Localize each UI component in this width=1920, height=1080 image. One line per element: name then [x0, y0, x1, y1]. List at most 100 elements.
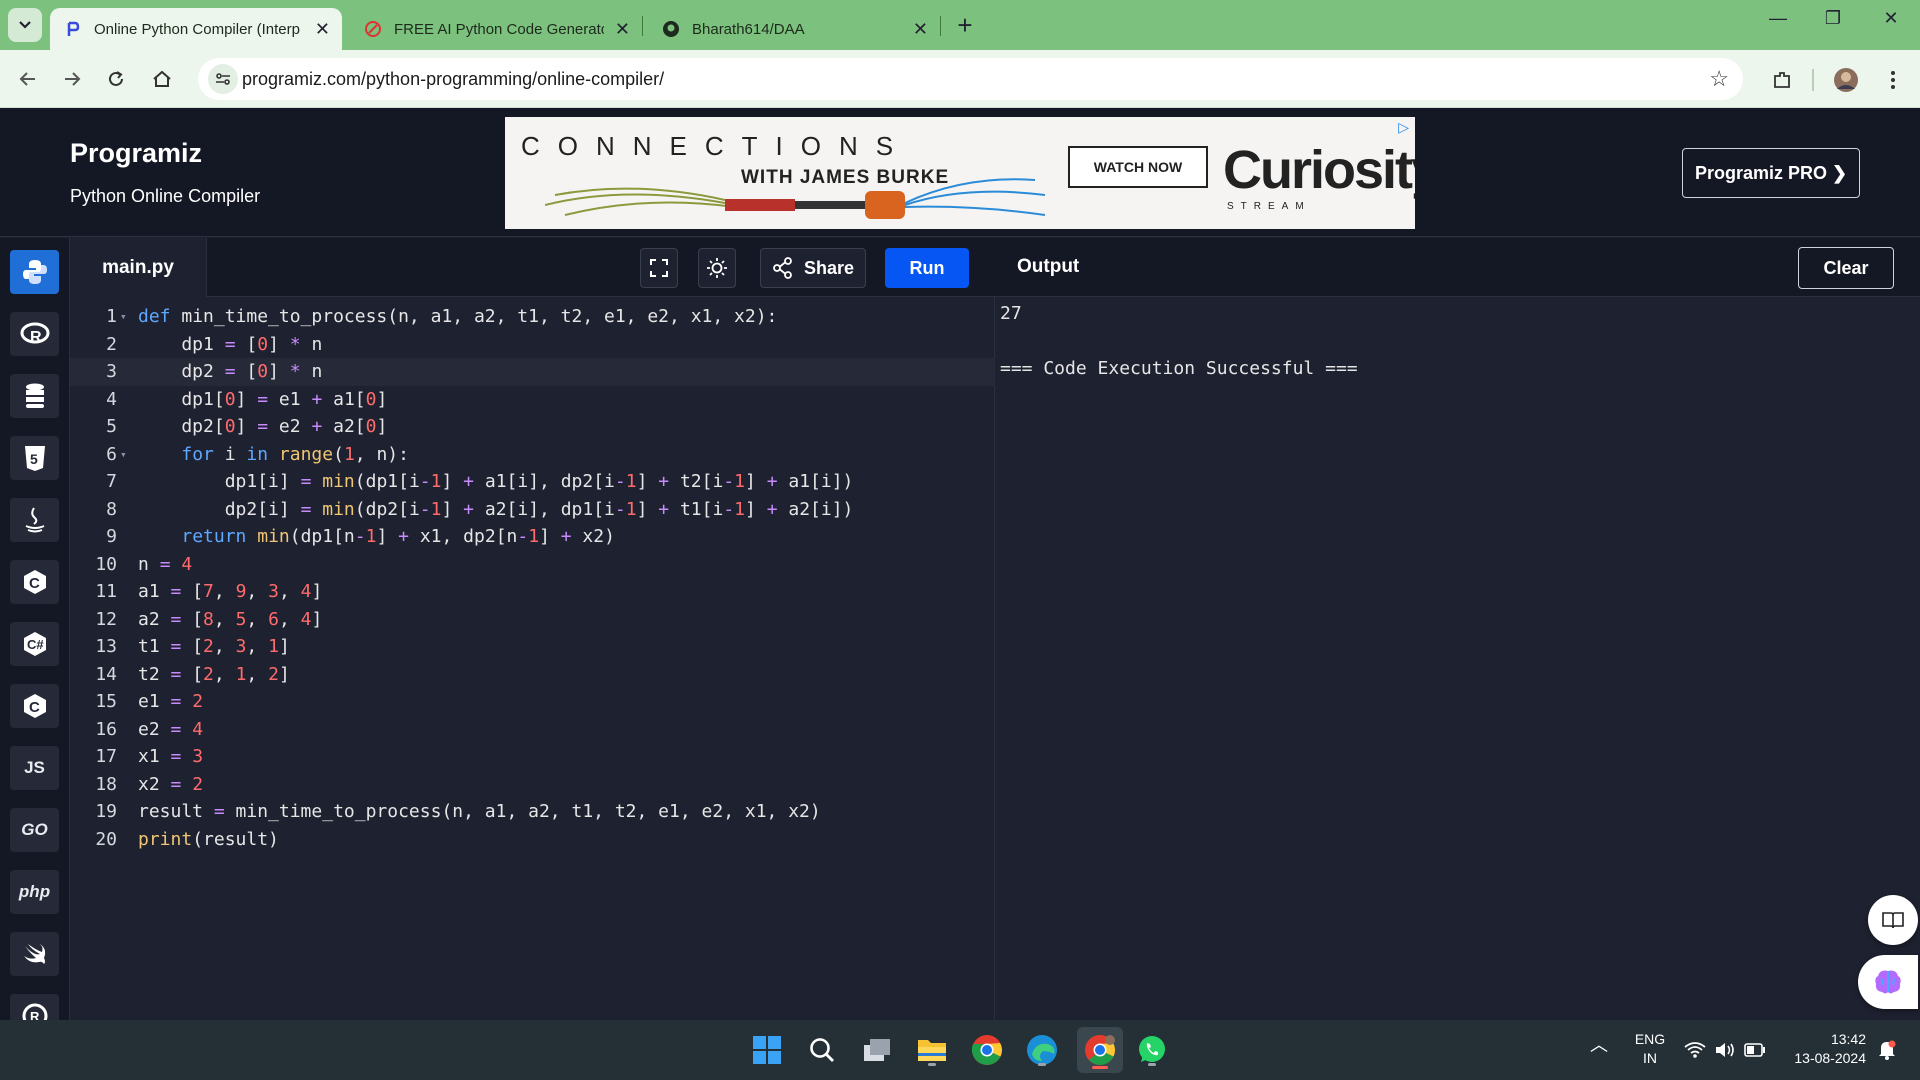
browser-tab-bar: Online Python Compiler (Interp ✕ FREE AI… [0, 0, 1920, 50]
html5-icon[interactable]: 5 [10, 436, 59, 480]
code-text: dp1[0] = e1 + a1[0] [138, 388, 388, 410]
forward-button[interactable] [56, 63, 88, 95]
code-line[interactable]: 15 e1 = 2 [70, 688, 995, 716]
home-icon [153, 70, 171, 87]
code-line[interactable]: 20 print(result) [70, 826, 995, 854]
browser-tab-0[interactable]: Online Python Compiler (Interp ✕ [50, 8, 342, 50]
line-number: 12 [95, 608, 117, 630]
r-language-icon[interactable]: R [10, 312, 59, 356]
programiz-pro-button[interactable]: Programiz PRO ❯ [1682, 148, 1860, 198]
programiz-logo[interactable]: Programiz [70, 138, 202, 169]
javascript-language-icon[interactable]: JS [10, 746, 59, 790]
c-language-icon[interactable]: C [10, 560, 59, 604]
browser-tab-1[interactable]: FREE AI Python Code Generator ✕ [350, 8, 642, 50]
close-tab-icon[interactable]: ✕ [913, 19, 928, 40]
close-tab-icon[interactable]: ✕ [615, 19, 630, 40]
extensions-button[interactable] [1766, 64, 1798, 96]
fold-toggle-icon[interactable]: ▾ [120, 303, 127, 331]
code-line[interactable]: 1 ▾ def min_time_to_process(n, a1, a2, t1,… [70, 303, 995, 331]
code-line[interactable]: 18 x2 = 2 [70, 771, 995, 799]
brain-icon [1875, 970, 1901, 994]
arrow-right-icon [65, 72, 81, 86]
chrome-icon[interactable] [967, 1030, 1007, 1070]
code-line[interactable]: 10 n = 4 [70, 551, 995, 579]
theme-toggle-button[interactable] [698, 248, 736, 288]
code-editor[interactable]: 1 ▾ def min_time_to_process(n, a1, a2, t1,… [70, 297, 995, 1020]
minimize-button[interactable]: — [1758, 8, 1798, 29]
browser-menu-button[interactable] [1877, 64, 1909, 96]
code-line[interactable]: 7 dp1[i] = min(dp1[i-1] + a1[i], dp2[i-1… [70, 468, 995, 496]
code-line[interactable]: 6 ▾ for i in range(1, n): [70, 441, 995, 469]
swift-language-icon[interactable] [10, 932, 59, 976]
reader-mode-button[interactable] [1868, 895, 1918, 945]
code-line[interactable]: 19 result = min_time_to_process(n, a1, a2… [70, 798, 995, 826]
back-button[interactable] [12, 63, 44, 95]
restore-button[interactable]: ❐ [1813, 8, 1853, 29]
notification-bell-icon[interactable] [1872, 1032, 1902, 1068]
rust-language-icon[interactable]: R [10, 994, 59, 1020]
csharp-language-icon[interactable]: C# [10, 622, 59, 666]
tab-search-button[interactable] [8, 8, 42, 42]
language-indicator[interactable]: ENG IN [1630, 1030, 1670, 1068]
fullscreen-button[interactable] [640, 248, 678, 288]
battery-icon[interactable] [1740, 1032, 1770, 1068]
close-window-button[interactable]: ✕ [1871, 8, 1911, 29]
clear-button[interactable]: Clear [1798, 247, 1894, 289]
arrow-left-icon [19, 72, 35, 86]
run-button[interactable]: Run [885, 248, 969, 288]
bookmark-star-icon[interactable]: ☆ [1709, 66, 1729, 92]
cpp-language-icon[interactable]: C [10, 684, 59, 728]
reload-button[interactable] [100, 63, 132, 95]
whatsapp-icon[interactable] [1132, 1030, 1172, 1070]
code-line[interactable]: 16 e2 = 4 [70, 716, 995, 744]
volume-icon[interactable] [1710, 1032, 1740, 1068]
ad-illustration [545, 178, 1045, 219]
file-explorer-icon[interactable] [912, 1030, 952, 1070]
code-line[interactable]: 12 a2 = [8, 5, 6, 4] [70, 606, 995, 634]
code-text: for i in range(1, n): [181, 443, 409, 465]
url-text[interactable]: programiz.com/python-programming/online-… [242, 69, 664, 90]
code-line[interactable]: 4 dp1[0] = e1 + a1[0] [70, 386, 995, 414]
show-hidden-icons-chevron-icon[interactable]: ︿ [1590, 1036, 1608, 1055]
browser-tab-2[interactable]: Bharath614/DAA ✕ [648, 8, 940, 50]
file-tab-main-py[interactable]: main.py [70, 238, 207, 297]
code-line[interactable]: 17 x1 = 3 [70, 743, 995, 771]
code-line[interactable]: 14 t2 = [2, 1, 2] [70, 661, 995, 689]
code-line[interactable]: 9 return min(dp1[n-1] + x1, dp2[n-1] + x… [70, 523, 995, 551]
adchoices-icon[interactable]: ▷ [1398, 119, 1409, 136]
python-language-icon[interactable] [10, 250, 59, 294]
java-icon[interactable] [10, 498, 59, 542]
line-number: 14 [95, 663, 117, 685]
code-text: a2 = [8, 5, 6, 4] [138, 608, 323, 630]
address-bar[interactable]: programiz.com/python-programming/online-… [198, 58, 1743, 100]
new-tab-button[interactable]: + [950, 10, 980, 41]
site-info-icon[interactable] [208, 64, 238, 94]
fold-toggle-icon[interactable]: ▾ [120, 441, 127, 469]
code-line[interactable]: 13 t1 = [2, 3, 1] [70, 633, 995, 661]
wifi-icon[interactable] [1680, 1032, 1710, 1068]
running-indicator [928, 1063, 936, 1066]
code-line[interactable]: 3 dp2 = [0] * n [70, 358, 995, 386]
code-line[interactable]: 5 dp2[0] = e2 + a2[0] [70, 413, 995, 441]
edge-icon[interactable] [1022, 1030, 1062, 1070]
profile-avatar[interactable] [1830, 64, 1862, 96]
code-line[interactable]: 11 a1 = [7, 9, 3, 4] [70, 578, 995, 606]
clock[interactable]: 13:42 13-08-2024 [1780, 1030, 1870, 1068]
ai-assistant-button[interactable] [1858, 955, 1918, 1009]
windows-start-icon[interactable] [747, 1030, 787, 1070]
task-view-icon[interactable] [857, 1030, 897, 1070]
line-number: 8 [106, 498, 117, 520]
running-indicator [1038, 1063, 1046, 1066]
close-tab-icon[interactable]: ✕ [315, 19, 330, 40]
php-language-icon[interactable]: php [10, 870, 59, 914]
sql-database-icon[interactable] [10, 374, 59, 418]
search-icon[interactable] [802, 1030, 842, 1070]
ad-watch-now-button[interactable]: WATCH NOW [1068, 146, 1208, 188]
ad-banner[interactable]: CONNECTIONS WITH JAMES BURKE WATCH NOW C… [505, 117, 1415, 229]
go-language-icon[interactable]: GO [10, 808, 59, 852]
chrome-profile-icon[interactable] [1077, 1027, 1123, 1073]
share-button[interactable]: Share [760, 248, 866, 288]
code-line[interactable]: 2 dp1 = [0] * n [70, 331, 995, 359]
home-button[interactable] [146, 63, 178, 95]
code-line[interactable]: 8 dp2[i] = min(dp2[i-1] + a2[i], dp1[i-1… [70, 496, 995, 524]
